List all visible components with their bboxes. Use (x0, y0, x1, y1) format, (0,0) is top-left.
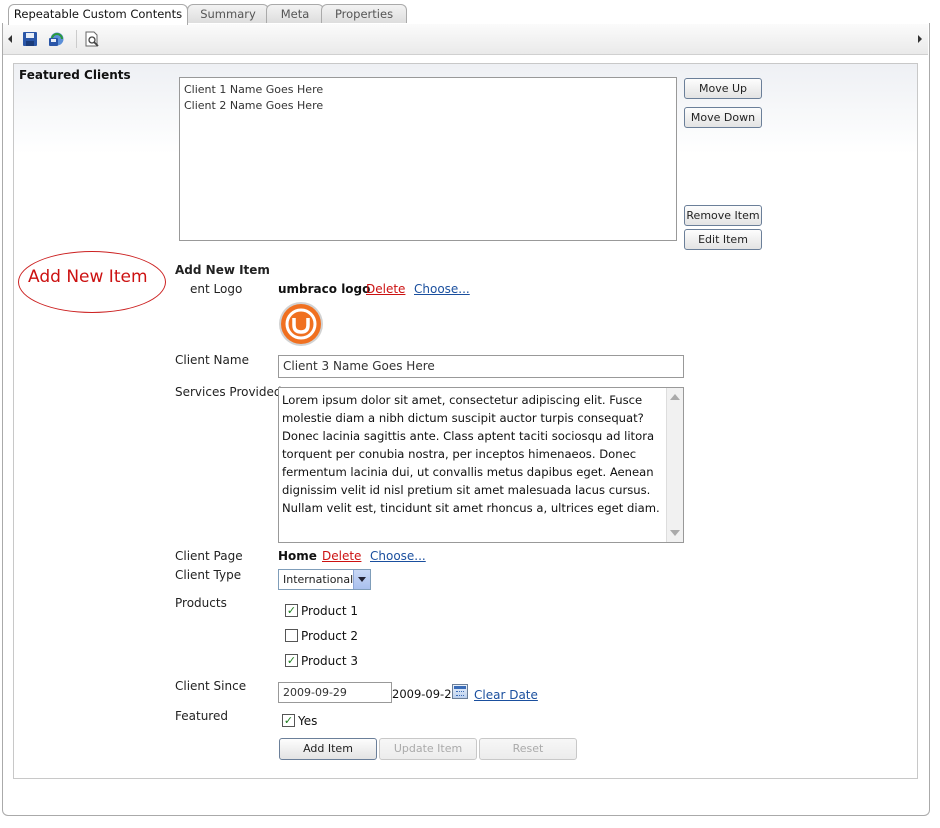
calendar-icon[interactable] (452, 684, 468, 699)
product-1-label: Product 1 (301, 604, 359, 618)
client-since-label: Client Since (175, 679, 247, 693)
remove-item-button[interactable]: Remove Item (684, 205, 762, 226)
product-1-checkbox[interactable]: ✓ (285, 604, 298, 617)
scroll-right-icon[interactable] (918, 35, 922, 43)
tab-properties[interactable]: Properties (321, 4, 407, 24)
form-title: Add New Item (175, 263, 270, 277)
move-down-button[interactable]: Move Down (684, 107, 762, 128)
list-item[interactable]: Client 1 Name Goes Here (184, 82, 672, 98)
scroll-down-icon[interactable] (670, 530, 680, 536)
toolbar-separator (76, 30, 77, 48)
client-name-label: Client Name (175, 353, 249, 367)
client-since-display: 2009-09-29 (392, 687, 459, 701)
client-type-value: International (283, 573, 354, 586)
product-2-label: Product 2 (301, 629, 359, 643)
move-up-button[interactable]: Move Up (684, 78, 762, 99)
save-publish-icon[interactable] (48, 31, 64, 47)
featured-label: Featured (175, 709, 228, 723)
services-textarea[interactable]: Lorem ipsum dolor sit amet, consectetur … (278, 387, 684, 543)
client-page-label: Client Page (175, 549, 243, 563)
tab-repeatable-custom-contents[interactable]: Repeatable Custom Contents (8, 4, 188, 25)
client-type-label: Client Type (175, 568, 242, 582)
product-3-label: Product 3 (301, 654, 359, 668)
product-3-checkbox[interactable]: ✓ (285, 654, 298, 667)
clear-date-link[interactable]: Clear Date (474, 688, 538, 702)
toolbar (3, 24, 928, 55)
add-item-button[interactable]: Add Item (279, 738, 377, 760)
preview-icon[interactable] (84, 31, 100, 47)
tab-summary[interactable]: Summary (187, 4, 269, 24)
section-title: Featured Clients (19, 68, 131, 82)
annotation-text: Add New Item (28, 267, 148, 287)
client-type-select[interactable]: International (278, 569, 371, 590)
scroll-left-icon[interactable] (8, 35, 12, 43)
services-text: Lorem ipsum dolor sit amet, consectetur … (282, 393, 660, 515)
tab-meta[interactable]: Meta (266, 4, 324, 24)
umbraco-logo-icon (279, 302, 323, 346)
client-since-input[interactable]: 2009-09-29 (278, 682, 392, 703)
client-page-value: Home (278, 549, 317, 563)
textarea-scrollbar[interactable] (666, 388, 683, 542)
client-listbox[interactable]: Client 1 Name Goes Here Client 2 Name Go… (179, 77, 677, 241)
list-item[interactable]: Client 2 Name Goes Here (184, 98, 672, 114)
client-logo-value: umbraco logo (278, 282, 371, 296)
chevron-down-icon[interactable] (353, 570, 370, 589)
featured-checkbox[interactable]: ✓ (282, 714, 295, 727)
client-logo-choose-link[interactable]: Choose... (414, 282, 470, 296)
update-item-button[interactable]: Update Item (379, 738, 477, 760)
services-label: Services Provided (175, 385, 282, 399)
product-2-checkbox[interactable] (285, 629, 298, 642)
reset-button[interactable]: Reset (479, 738, 577, 760)
scroll-up-icon[interactable] (670, 394, 680, 400)
client-name-input[interactable]: Client 3 Name Goes Here (278, 355, 684, 378)
save-icon[interactable] (22, 31, 38, 47)
client-logo-label: ent Logo (190, 282, 243, 296)
edit-item-button[interactable]: Edit Item (684, 229, 762, 250)
featured-yes-label: Yes (298, 714, 318, 728)
products-label: Products (175, 596, 227, 610)
client-page-choose-link[interactable]: Choose... (370, 549, 426, 563)
client-logo-delete-link[interactable]: Delete (366, 282, 405, 296)
client-page-delete-link[interactable]: Delete (322, 549, 361, 563)
